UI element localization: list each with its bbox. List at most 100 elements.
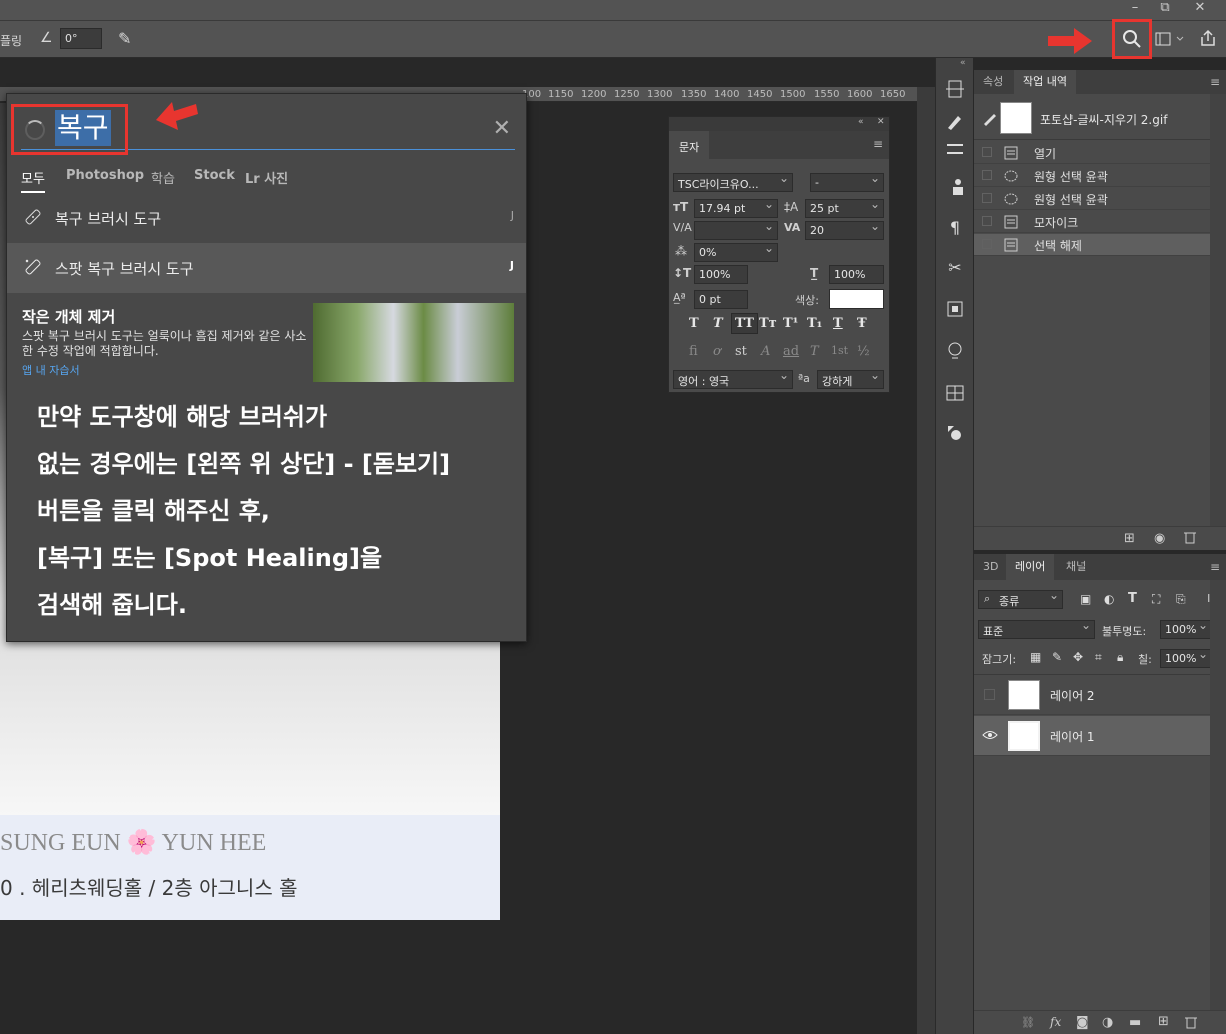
camera-icon[interactable]: ◉: [1154, 531, 1165, 546]
font-size-input[interactable]: 17.94 pt: [694, 199, 778, 218]
layer-name[interactable]: 레이어 1: [1050, 728, 1095, 745]
layer-mask-icon[interactable]: ◙: [1076, 1015, 1089, 1030]
new-layer-icon[interactable]: ⊞: [1158, 1014, 1169, 1029]
expand-panels-icon[interactable]: «: [960, 58, 966, 68]
tutorial-link[interactable]: 앱 내 자습서: [22, 362, 80, 378]
underline-button[interactable]: T: [833, 316, 843, 331]
opacity-input[interactable]: 100%: [1160, 620, 1212, 639]
clone-source-icon[interactable]: [944, 176, 966, 198]
adjustment-layer-icon[interactable]: ◑: [1102, 1015, 1113, 1030]
ordinals-button[interactable]: 1st: [831, 344, 848, 357]
old-style-button[interactable]: ơ: [713, 344, 721, 359]
small-caps-button[interactable]: Tт: [759, 316, 777, 331]
collapse-icon[interactable]: «: [858, 117, 864, 127]
libraries-icon[interactable]: [944, 298, 966, 320]
tab-character[interactable]: 문자: [669, 131, 709, 159]
group-folder-icon[interactable]: ▬: [1129, 1015, 1141, 1030]
search-icon[interactable]: [1122, 29, 1142, 49]
vertical-scrollbar[interactable]: [917, 87, 935, 1034]
close-panel-icon[interactable]: ✕: [877, 117, 885, 127]
history-scrollbar[interactable]: [1210, 94, 1226, 526]
tab-photoshop[interactable]: Photoshop: [66, 168, 144, 183]
horizontal-scale-input[interactable]: 100%: [829, 265, 884, 284]
smart-object-filter-icon[interactable]: ⎘: [1176, 592, 1186, 607]
lock-image-icon[interactable]: ✎: [1052, 650, 1062, 664]
pressure-brush-icon[interactable]: ✎: [118, 29, 131, 48]
layer-filter-select[interactable]: ⌕ 종류: [978, 590, 1063, 609]
history-item[interactable]: 모자이크: [974, 211, 1210, 233]
tab-stock[interactable]: Stock: [194, 168, 235, 183]
faux-italic-button[interactable]: T: [713, 316, 723, 331]
layer-row[interactable]: 레이어 2: [974, 675, 1210, 715]
vertical-scale-input[interactable]: 100%: [694, 265, 748, 284]
history-source-checkbox[interactable]: [982, 216, 992, 226]
trash-icon[interactable]: [1185, 1015, 1197, 1029]
lock-artboard-icon[interactable]: ⌗: [1095, 650, 1102, 665]
tab-history[interactable]: 작업 내역: [1014, 70, 1076, 94]
history-brush-source-icon[interactable]: [982, 110, 998, 126]
brush-settings-icon[interactable]: [944, 110, 966, 132]
tutorial-thumbnail[interactable]: [313, 303, 514, 382]
tracking-input[interactable]: 20: [805, 221, 884, 240]
superscript-button[interactable]: T¹: [783, 316, 798, 331]
angle-input[interactable]: 0°: [60, 28, 102, 49]
shape-filter-icon[interactable]: ⛶: [1152, 592, 1160, 607]
lock-all-icon[interactable]: 🔒︎: [1117, 650, 1123, 665]
layer-row-selected[interactable]: 레이어 1: [974, 716, 1210, 756]
history-snapshot[interactable]: 포토샵-글씨-지우기 2.gif: [974, 98, 1210, 140]
layer-name[interactable]: 레이어 2: [1050, 687, 1095, 704]
panel-menu-icon[interactable]: ≡: [873, 137, 883, 151]
link-layers-icon[interactable]: ⛓: [1021, 1016, 1035, 1029]
tab-learn[interactable]: 학습: [151, 168, 175, 187]
tab-3d[interactable]: 3D: [974, 554, 1007, 580]
panel-menu-icon[interactable]: ≡: [1210, 560, 1220, 574]
lock-position-icon[interactable]: ✥: [1073, 650, 1083, 664]
color-swatch[interactable]: [829, 289, 884, 309]
visibility-toggle-off[interactable]: [984, 689, 995, 700]
language-select[interactable]: 영어 : 영국: [673, 370, 793, 389]
trash-icon[interactable]: [1184, 530, 1196, 544]
tab-all[interactable]: 모두: [21, 168, 45, 193]
history-source-checkbox[interactable]: [982, 239, 992, 249]
workspace-icon[interactable]: [1155, 31, 1185, 47]
ligature-button[interactable]: fi: [689, 344, 698, 359]
blend-mode-select[interactable]: 표준: [978, 620, 1095, 639]
history-item[interactable]: 열기: [974, 142, 1210, 164]
layers-scrollbar[interactable]: [1210, 580, 1226, 1010]
swash-button[interactable]: A: [761, 344, 770, 359]
paragraph-icon[interactable]: ¶: [944, 218, 966, 240]
history-source-checkbox[interactable]: [982, 147, 992, 157]
history-item[interactable]: 원형 선택 윤곽: [974, 165, 1210, 187]
adjustments-icon[interactable]: [944, 138, 966, 160]
history-item-current[interactable]: 선택 해제: [974, 234, 1210, 256]
result-healing-brush[interactable]: 복구 브러시 도구 J: [7, 193, 526, 243]
share-icon[interactable]: [1199, 29, 1217, 47]
type-filter-icon[interactable]: T: [1128, 591, 1137, 606]
stylistic-alternates-button[interactable]: ad: [783, 344, 799, 359]
kerning-input[interactable]: [694, 221, 778, 240]
faux-bold-button[interactable]: T: [689, 316, 699, 331]
close-window-button[interactable]: ✕: [1185, 0, 1215, 18]
tab-layers[interactable]: 레이어: [1006, 554, 1055, 580]
strikethrough-button[interactable]: Ŧ: [857, 316, 867, 331]
tab-properties[interactable]: 속성: [974, 70, 1012, 94]
fractions-button[interactable]: ½: [857, 344, 870, 359]
history-item[interactable]: 원형 선택 윤곽: [974, 188, 1210, 210]
eye-icon[interactable]: [982, 728, 998, 742]
adjustment-filter-icon[interactable]: ◐: [1104, 592, 1114, 606]
panel-menu-icon[interactable]: ≡: [1210, 75, 1220, 89]
lock-transparent-icon[interactable]: ▦: [1030, 650, 1041, 664]
baseline-shift-input[interactable]: 0 pt: [694, 290, 748, 309]
history-source-checkbox[interactable]: [982, 170, 992, 180]
tsume-input[interactable]: 0%: [694, 243, 778, 262]
new-document-from-state-icon[interactable]: ⊞: [1124, 531, 1135, 546]
all-caps-button[interactable]: TT: [731, 313, 758, 334]
subscript-button[interactable]: T₁: [807, 316, 822, 331]
titling-alternates-button[interactable]: T: [810, 344, 819, 359]
result-spot-healing-brush[interactable]: 스팟 복구 브러시 도구 J: [7, 243, 526, 293]
clear-search-icon[interactable]: ✕: [493, 116, 511, 141]
history-source-checkbox[interactable]: [982, 193, 992, 203]
discretionary-ligature-button[interactable]: st: [735, 344, 747, 359]
antialias-select[interactable]: 강하게: [817, 370, 884, 389]
font-family-select[interactable]: TSC라이크유O...: [673, 173, 793, 192]
